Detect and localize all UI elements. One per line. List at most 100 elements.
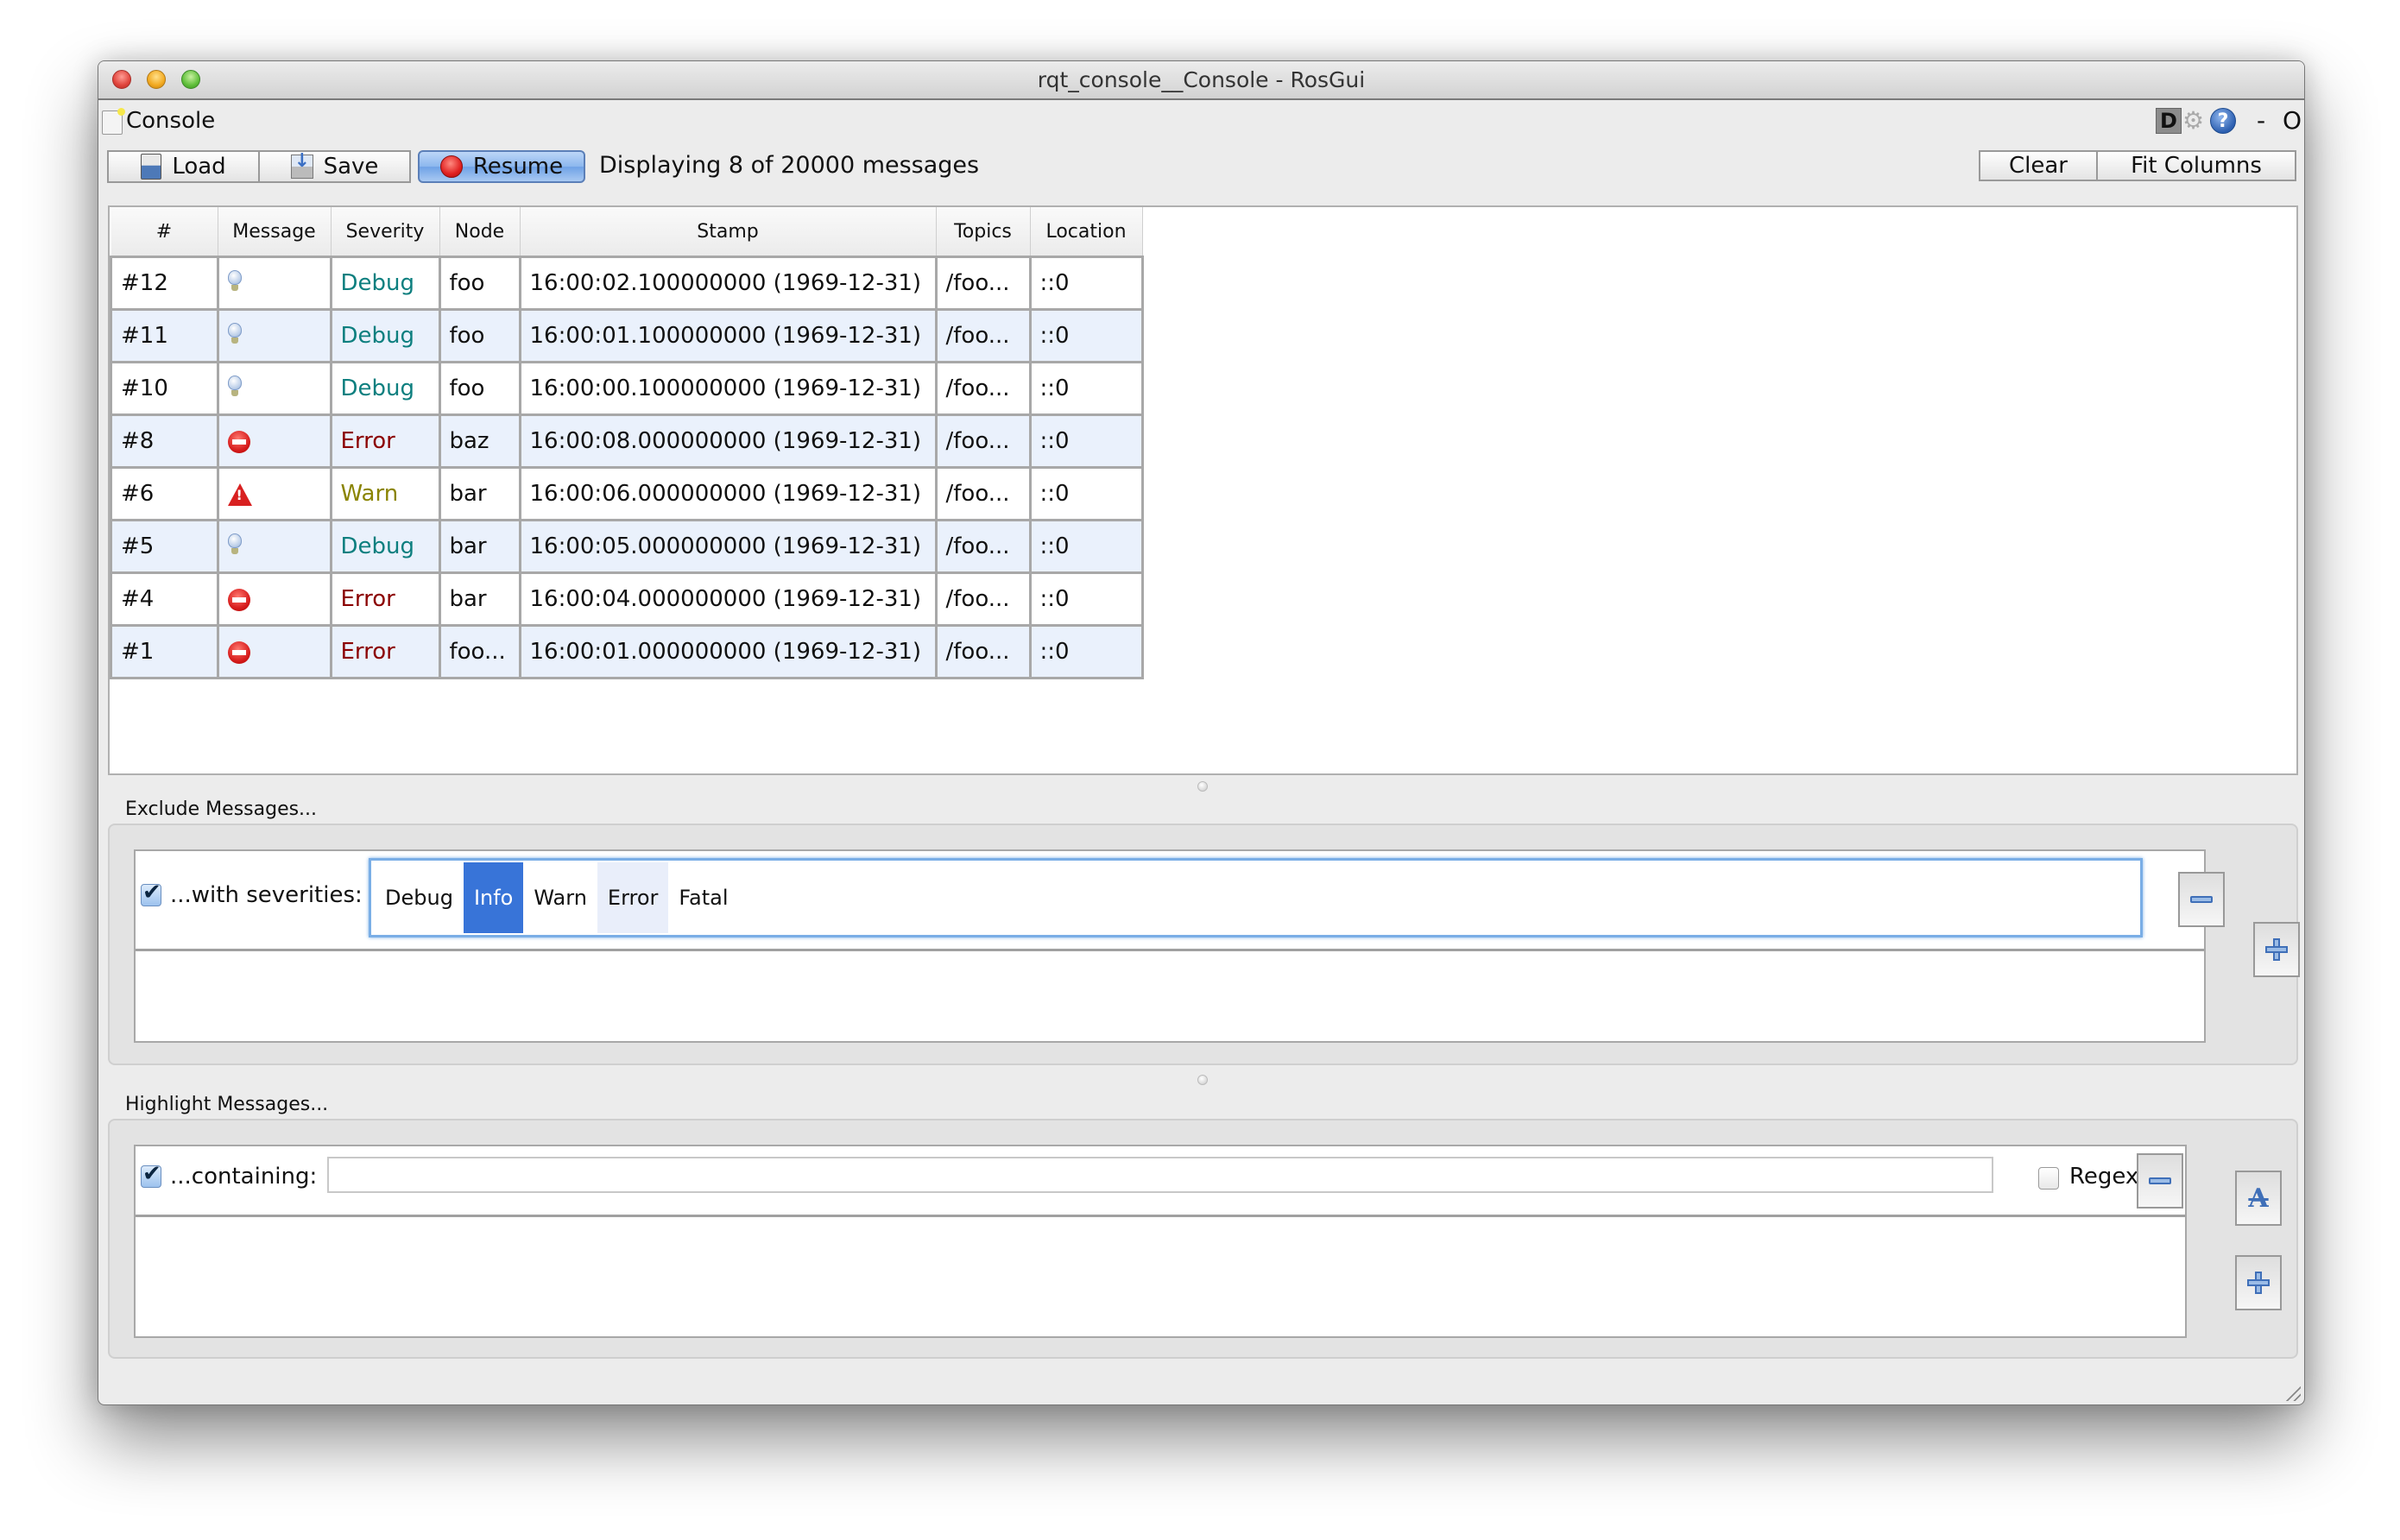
table-header-row: # Message Severity Node Stamp Topics Loc… — [111, 207, 1143, 258]
table-row[interactable]: #8 Error baz 16:00:08.000000000 (1969-12-31… — [110, 413, 1144, 469]
clear-button[interactable]: Clear — [1979, 150, 2098, 181]
column-header-location[interactable]: Location — [1030, 207, 1143, 258]
warning-icon — [227, 483, 252, 506]
highlight-toggle-button[interactable]: A — [2235, 1171, 2282, 1226]
severity-item-error[interactable]: Error — [597, 862, 669, 933]
window-resize-grip[interactable] — [2283, 1384, 2301, 1401]
cell-severity: Error — [329, 624, 441, 679]
cell-stamp: 16:00:04.000000000 (1969-12-31) — [518, 571, 938, 627]
highlight-section-label: Highlight Messages... — [125, 1094, 329, 1115]
resume-label: Resume — [472, 154, 564, 180]
severity-filter-checkbox[interactable] — [141, 880, 161, 906]
cell-location: ::0 — [1028, 519, 1144, 574]
severity-item-fatal[interactable]: Fatal — [668, 862, 738, 933]
table-row[interactable]: #6 Warnbar16:00:06.000000000 (1969-12-31)… — [110, 466, 1144, 521]
fit-columns-button[interactable]: Fit Columns — [2096, 150, 2296, 181]
plus-icon — [2247, 1272, 2270, 1294]
cell-severity: Debug — [329, 519, 441, 574]
cell-id: #11 — [110, 308, 219, 363]
cell-message — [216, 413, 332, 469]
cell-node: baz — [438, 413, 521, 469]
cell-severity: Debug — [329, 361, 441, 416]
column-header-node[interactable]: Node — [439, 207, 521, 258]
cell-severity: Debug — [329, 256, 441, 311]
cell-message — [216, 308, 332, 363]
splitter-handle-bottom[interactable] — [1197, 1075, 1208, 1085]
highlight-text-input[interactable] — [327, 1157, 1993, 1193]
column-header-topics[interactable]: Topics — [936, 207, 1031, 258]
error-icon — [227, 588, 250, 611]
plugin-title-bar: Console D ⚙ ? - O — [98, 106, 2304, 137]
load-button[interactable]: Load — [107, 150, 259, 183]
cell-stamp: 16:00:06.000000000 (1969-12-31) — [518, 466, 938, 521]
float-plugin-button[interactable]: O — [2283, 106, 2302, 135]
cell-location: ::0 — [1028, 571, 1144, 627]
cell-message — [216, 256, 332, 311]
severity-list[interactable]: Debug Info Warn Error Fatal — [369, 858, 2143, 937]
column-header-message[interactable]: Message — [218, 207, 332, 258]
message-count-status: Displaying 8 of 20000 messages — [599, 152, 980, 179]
remove-text-filter-button[interactable] — [2137, 1153, 2183, 1209]
add-exclude-filter-button[interactable] — [2253, 922, 2300, 977]
lightbulb-icon — [227, 269, 242, 291]
cell-severity: Error — [329, 413, 441, 469]
minus-icon — [2149, 1177, 2171, 1184]
severity-filter-row: ...with severities: DebugInfoWarnErrorFa… — [136, 851, 2225, 951]
cell-topics: /foo... — [934, 624, 1032, 679]
window-title: rqt_console__Console - RosGui — [1037, 67, 1366, 92]
table-row[interactable]: #5 Debug bar 16:00:05.000000000 (1969-12-31… — [110, 519, 1144, 574]
text-filter-label: ...containing: — [170, 1164, 318, 1190]
dock-toggle-button[interactable]: D — [2156, 108, 2182, 134]
column-header-stamp[interactable]: Stamp — [520, 207, 937, 258]
cell-id: #1 — [110, 624, 219, 679]
text-filter-checkbox[interactable] — [141, 1161, 161, 1188]
error-icon — [227, 641, 250, 664]
table-row[interactable]: #11 Debug foo 16:00:01.100000000 (1969-12-3… — [110, 308, 1144, 363]
minus-icon — [2190, 896, 2213, 903]
cell-id: #6 — [110, 466, 219, 521]
regex-checkbox[interactable] — [2038, 1167, 2059, 1190]
table-row[interactable]: #10 Debug foo 16:00:00.100000000 (1969-12-3… — [110, 361, 1144, 416]
cell-severity: Error — [329, 571, 441, 627]
help-icon[interactable]: ? — [2210, 108, 2236, 134]
cell-message — [216, 519, 332, 574]
cell-topics: /foo... — [934, 308, 1032, 363]
console-plugin-icon — [102, 108, 125, 135]
severity-item-warn[interactable]: Warn — [523, 862, 597, 933]
table-row[interactable]: #4 Error bar 16:00:04.000000000 (1969-12-31… — [110, 571, 1144, 627]
cell-message — [216, 466, 332, 521]
save-label: Save — [323, 154, 379, 180]
table-row[interactable]: #12 Debug foo 16:00:02.100000000 (1969-12-3… — [110, 256, 1144, 311]
cell-location: ::0 — [1028, 624, 1144, 679]
cell-severity: Warn — [329, 466, 441, 521]
cell-location: ::0 — [1028, 466, 1144, 521]
cell-node: bar — [438, 466, 521, 521]
minimize-plugin-button[interactable]: - — [2257, 106, 2265, 135]
record-icon — [439, 155, 463, 178]
cell-id: #10 — [110, 361, 219, 416]
cell-topics: /foo... — [934, 256, 1032, 311]
splitter-handle-top[interactable] — [1197, 781, 1208, 792]
cell-stamp: 16:00:05.000000000 (1969-12-31) — [518, 519, 938, 574]
cell-stamp: 16:00:02.100000000 (1969-12-31) — [518, 256, 938, 311]
cell-id: #8 — [110, 413, 219, 469]
message-table-panel[interactable]: # Message Severity Node Stamp Topics Loc… — [108, 205, 2298, 775]
remove-severity-filter-button[interactable] — [2178, 872, 2225, 927]
resume-button[interactable]: Resume — [418, 150, 585, 183]
column-header-severity[interactable]: Severity — [331, 207, 440, 258]
severity-item-info[interactable]: Info — [463, 862, 524, 933]
message-table[interactable]: # Message Severity Node Stamp Topics Loc… — [110, 207, 1144, 679]
cell-location: ::0 — [1028, 256, 1144, 311]
gear-icon[interactable]: ⚙ — [2182, 108, 2204, 134]
lightbulb-icon — [227, 533, 242, 554]
title-bar[interactable]: rqt_console__Console - RosGui — [98, 61, 2304, 100]
save-button[interactable]: Save — [259, 150, 411, 183]
column-header-id[interactable]: # — [111, 207, 218, 258]
cell-stamp: 16:00:01.100000000 (1969-12-31) — [518, 308, 938, 363]
cell-location: ::0 — [1028, 308, 1144, 363]
cell-node: foo — [438, 361, 521, 416]
add-highlight-filter-button[interactable] — [2235, 1255, 2282, 1310]
exclude-groupbox: ...with severities: DebugInfoWarnErrorFa… — [108, 824, 2300, 1065]
table-row[interactable]: #1 Error foo... 16:00:01.000000000 (1969-12… — [110, 624, 1144, 679]
severity-item-debug[interactable]: Debug — [375, 862, 464, 933]
